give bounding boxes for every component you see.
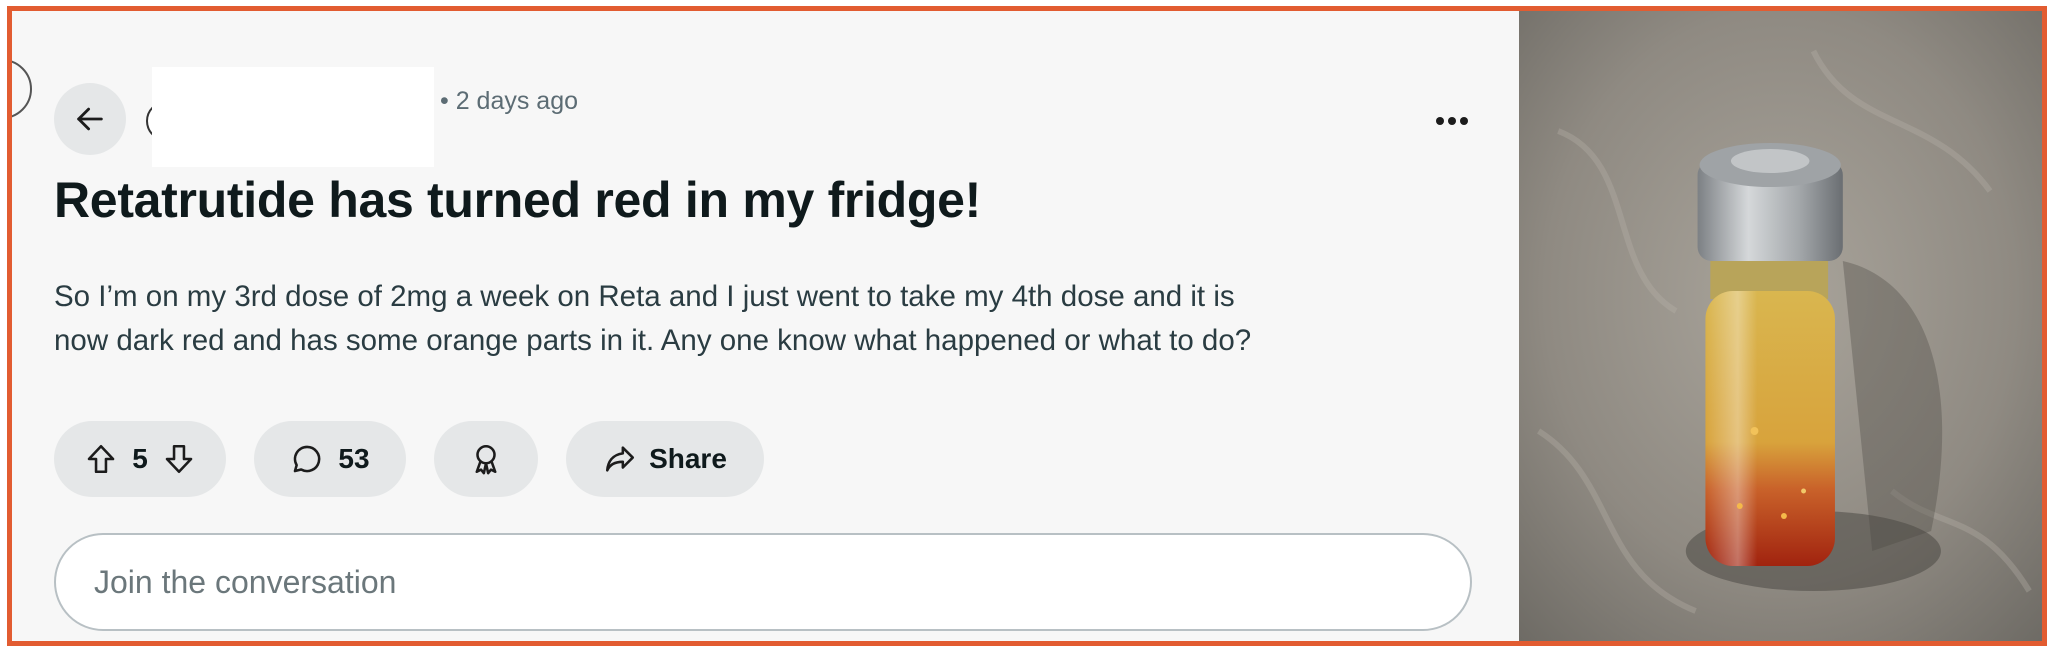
back-button[interactable]: [54, 83, 126, 155]
more-horizontal-icon: [1436, 117, 1468, 125]
post-body-line: So I’m on my 3rd dose of 2mg a week on R…: [54, 280, 1235, 313]
share-label: Share: [649, 443, 727, 474]
share-arrow-icon: [606, 446, 635, 472]
vial-photo: [1519, 11, 2042, 641]
post-body-line: now dark red and has some orange parts i…: [54, 324, 1252, 357]
share-button[interactable]: Share: [566, 421, 764, 497]
comments-button[interactable]: 53: [254, 421, 406, 497]
join-conversation-input[interactable]: [54, 533, 1472, 631]
comment-count: 53: [338, 443, 370, 474]
post-title: Retatrutide has turned red in my fridge!: [54, 172, 982, 228]
speech-bubble-icon: [294, 445, 321, 473]
redacted-author-area: [152, 67, 434, 167]
more-options-button[interactable]: [1422, 101, 1482, 141]
partial-circle-control: [12, 59, 32, 119]
post-image[interactable]: [1519, 11, 2042, 641]
arrow-up-icon[interactable]: [84, 442, 118, 476]
post-time: • 2 days ago: [440, 87, 579, 115]
vote-control: 5: [54, 421, 226, 497]
award-ribbon-icon: [475, 444, 497, 475]
upvote-count: 5: [132, 443, 148, 474]
post-body: So I’m on my 3rd dose of 2mg a week on R…: [54, 275, 1474, 363]
arrow-down-icon[interactable]: [162, 442, 196, 476]
award-button[interactable]: [434, 421, 538, 497]
arrow-left-icon: [77, 107, 103, 131]
screenshot-frame: • 2 days ago Retatrutide has turned red …: [7, 6, 2047, 646]
post-panel: • 2 days ago Retatrutide has turned red …: [12, 11, 1519, 641]
